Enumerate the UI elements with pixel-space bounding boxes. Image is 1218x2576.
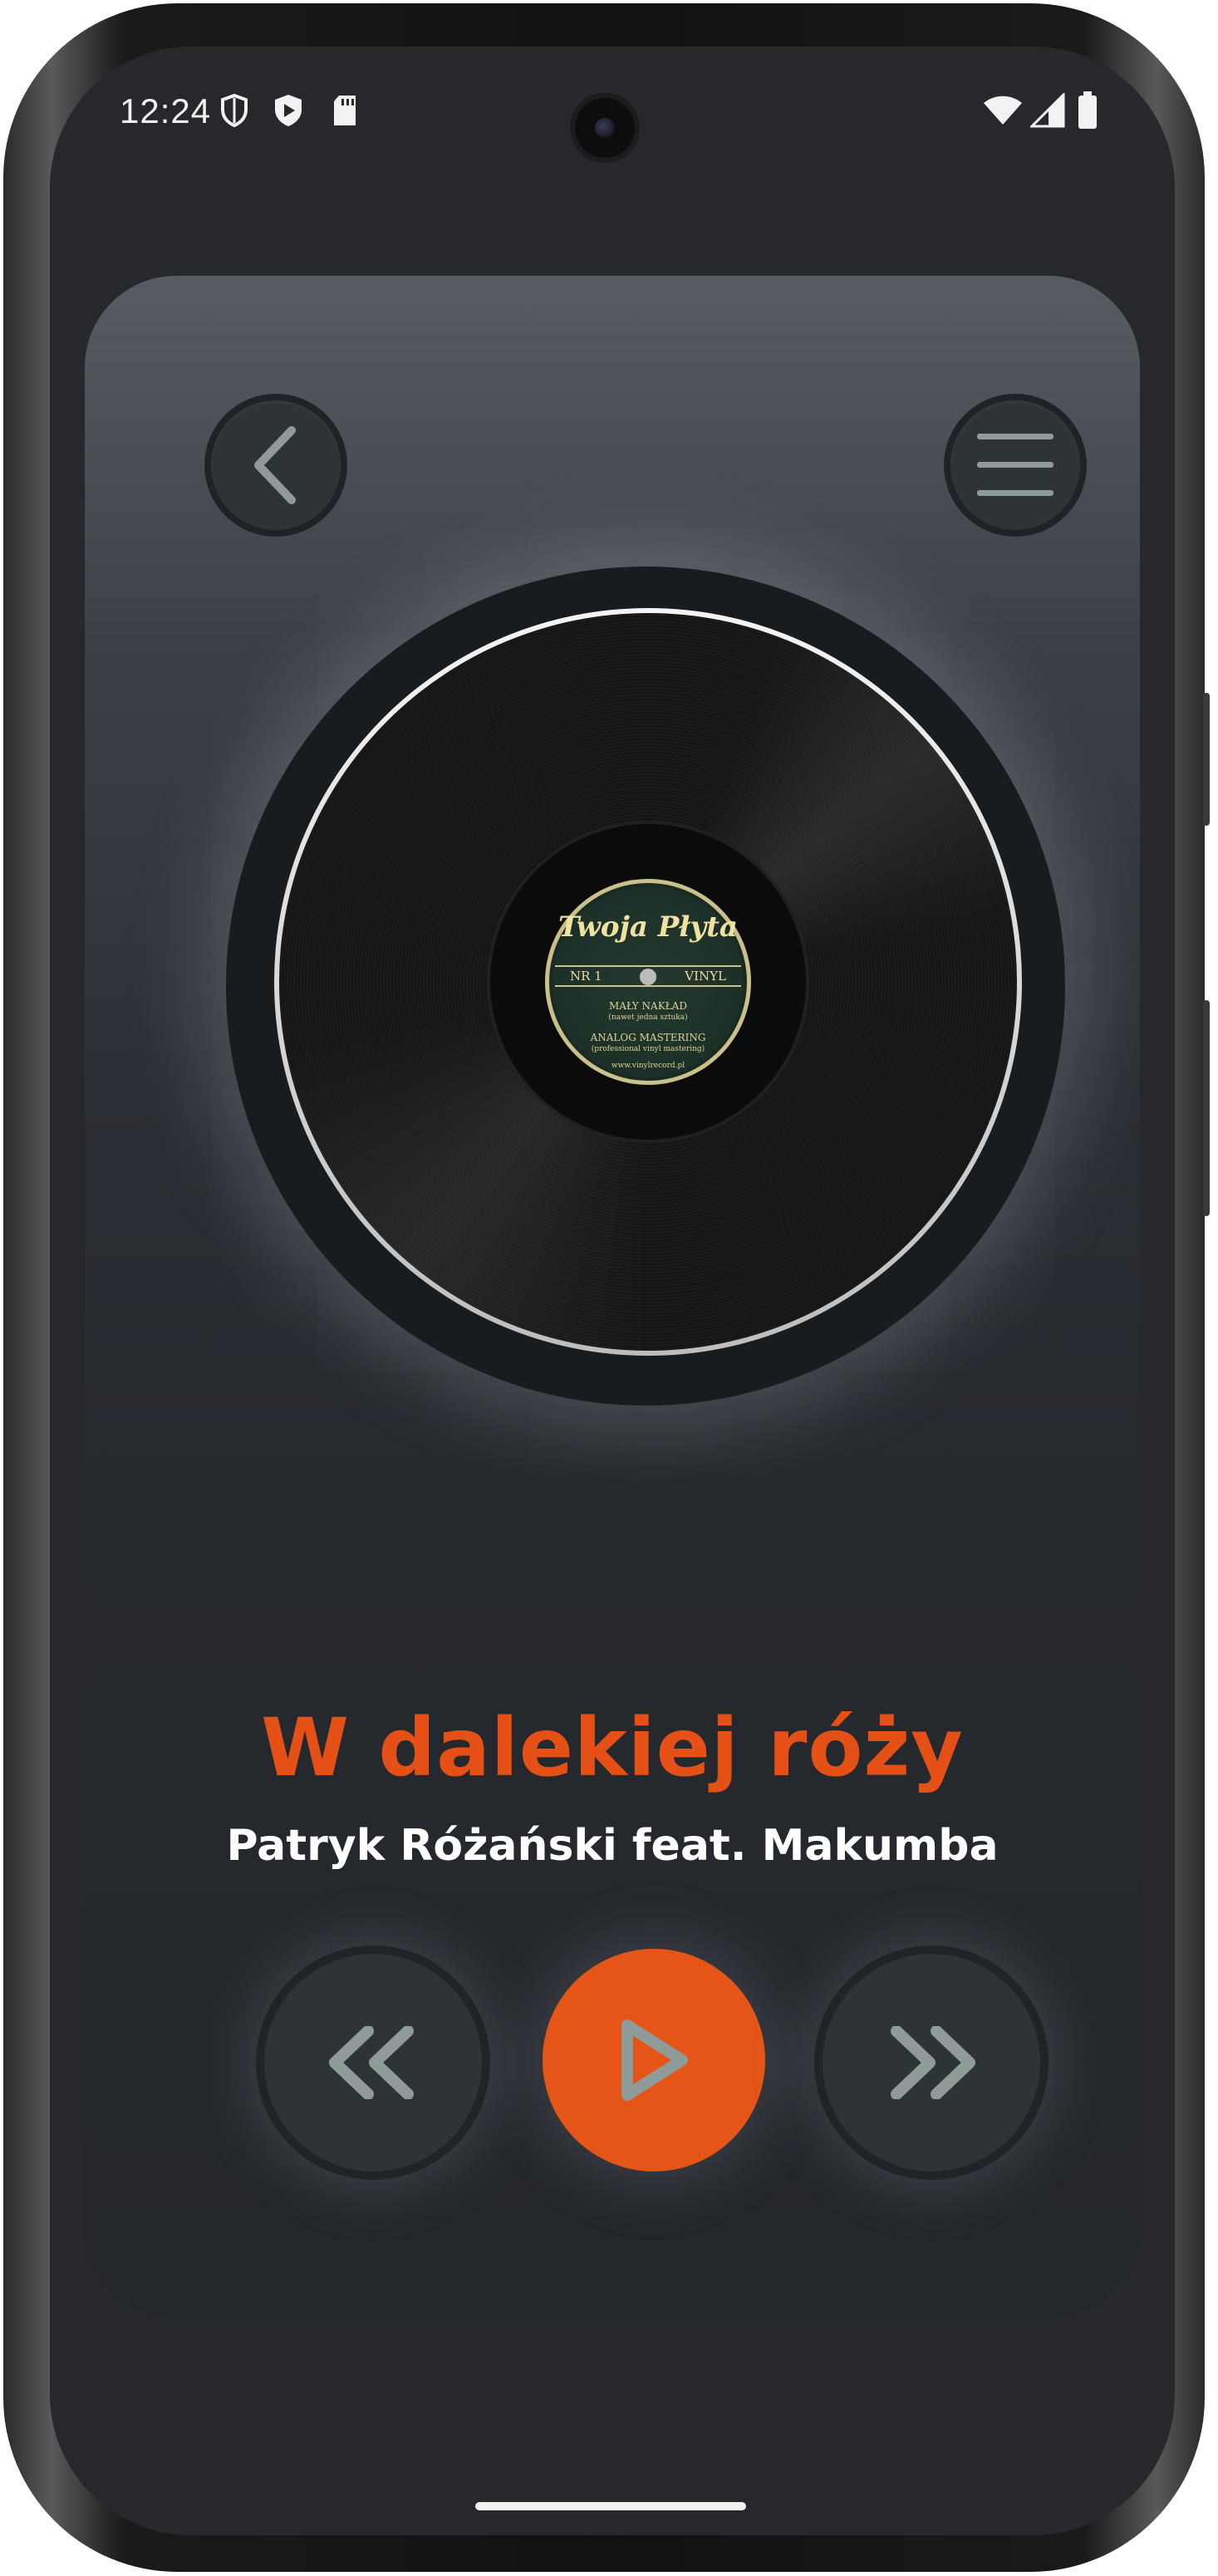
double-chevron-right-icon: [891, 2026, 975, 2099]
volume-button: [1203, 1000, 1210, 1216]
battery-icon: [1078, 91, 1097, 129]
label-line2-sub: (professional vinyl mastering): [591, 1045, 705, 1053]
power-button: [1203, 693, 1210, 826]
menu-button[interactable]: [950, 400, 1080, 530]
front-camera: [570, 93, 640, 163]
play-shield-icon: [275, 95, 302, 126]
screen: 12:24 Twoja Płyta NR 1 VINYL MAŁY NAKŁAD…: [50, 47, 1175, 2535]
status-time: 12:24: [120, 91, 212, 130]
double-chevron-left-icon: [329, 2026, 414, 2099]
record-grooves: Twoja Płyta NR 1 VINYL MAŁY NAKŁAD (nawe…: [279, 613, 1017, 1351]
label-line1-sub: (nawet jedna sztuka): [608, 1013, 688, 1022]
song-artist: Patryk Różański feat. Makumba: [226, 1821, 999, 1871]
chevron-left-icon: [254, 426, 296, 504]
song-title: W dalekiej róży: [261, 1701, 964, 1794]
wifi-icon: [984, 96, 1022, 125]
label-band-right: VINYL: [685, 969, 726, 984]
signal-icon: [1030, 93, 1065, 128]
label-line2: ANALOG MASTERING: [590, 1032, 706, 1043]
label-brand: Twoja Płyta: [558, 910, 738, 944]
label-line1: MAŁY NAKŁAD: [609, 1000, 687, 1012]
hamburger-menu-icon: [977, 434, 1053, 496]
vinyl-record[interactable]: Twoja Płyta NR 1 VINYL MAŁY NAKŁAD (nawe…: [226, 567, 1065, 1406]
sd-card-icon: [334, 96, 356, 125]
home-indicator[interactable]: [475, 2502, 746, 2510]
rewind-button[interactable]: [264, 1954, 482, 2171]
play-triangle-icon: [621, 2019, 688, 2101]
player-card: Twoja Płyta NR 1 VINYL MAŁY NAKŁAD (nawe…: [85, 276, 1140, 2318]
record-center-label: Twoja Płyta NR 1 VINYL MAŁY NAKŁAD (nawe…: [545, 879, 751, 1085]
back-button[interactable]: [211, 400, 341, 530]
spindle-hole: [640, 969, 656, 985]
forward-button[interactable]: [823, 1954, 1040, 2171]
phone-frame: 12:24 Twoja Płyta NR 1 VINYL MAŁY NAKŁAD…: [3, 3, 1210, 2572]
play-button[interactable]: [543, 1949, 765, 2171]
label-url: www.vinylrecord.pl: [611, 1062, 685, 1070]
label-band-left: NR 1: [570, 969, 602, 984]
record-rim: Twoja Płyta NR 1 VINYL MAŁY NAKŁAD (nawe…: [274, 608, 1022, 1356]
shield-outline-icon: [221, 93, 248, 128]
status-bar: 12:24: [50, 47, 1175, 188]
